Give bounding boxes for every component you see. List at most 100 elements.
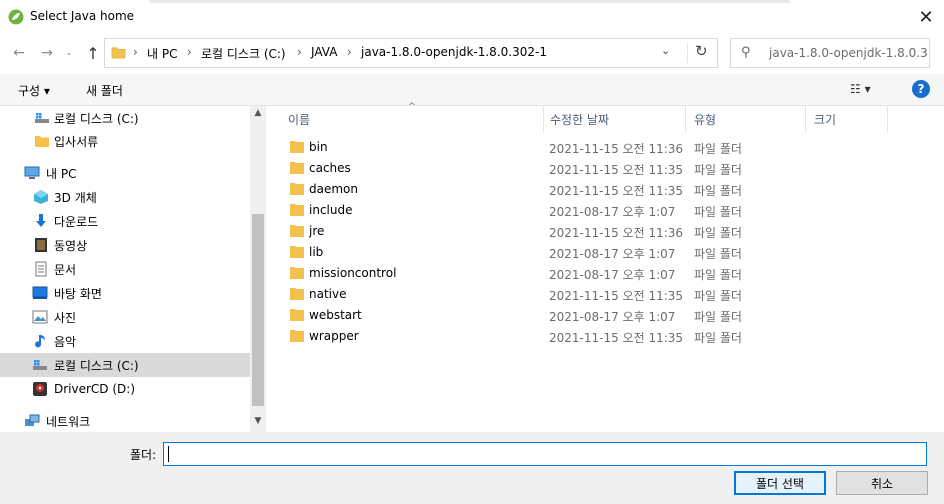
sidebar-item-desktop[interactable]: 바탕 화면 xyxy=(0,281,250,305)
address-divider xyxy=(687,43,688,63)
breadcrumb-separator: › xyxy=(297,45,302,59)
pc-icon xyxy=(24,166,40,179)
file-row[interactable]: lib 2021-08-17 오후 1:07 파일 폴더 xyxy=(286,242,766,263)
folder-icon xyxy=(111,47,126,59)
cancel-button[interactable]: 취소 xyxy=(836,471,928,495)
file-name: wrapper xyxy=(309,329,359,343)
column-header-modified[interactable]: 수정한 날짜 xyxy=(542,106,686,132)
file-modified-date: 2021-11-15 오전 11:35 xyxy=(549,331,684,345)
breadcrumb-pc[interactable]: 내 PC xyxy=(147,45,177,62)
sidebar-item-documents[interactable]: 문서 xyxy=(0,257,250,281)
file-type: 파일 폴더 xyxy=(694,142,742,156)
file-row[interactable]: missioncontrol 2021-08-17 오후 1:07 파일 폴더 xyxy=(286,263,766,284)
sidebar-item-label: 3D 개체 xyxy=(54,190,97,205)
new-folder-button[interactable]: 새 폴더 xyxy=(86,82,123,99)
file-modified-date: 2021-08-17 오후 1:07 xyxy=(549,310,676,324)
breadcrumb-local-disk[interactable]: 로컬 디스크 (C:) xyxy=(201,45,286,62)
file-name: jre xyxy=(309,224,325,238)
scrollbar-thumb[interactable] xyxy=(252,214,264,406)
search-box[interactable]: ⚲ java-1.8.0-openjdk-1.8.0.30... xyxy=(730,38,930,68)
search-input[interactable]: java-1.8.0-openjdk-1.8.0.30... xyxy=(769,46,927,60)
breadcrumb-separator: › xyxy=(133,45,138,59)
sidebar-item-folder-docs[interactable]: 입사서류 xyxy=(0,129,250,153)
file-modified-date: 2021-11-15 오전 11:35 xyxy=(549,184,684,198)
refresh-icon[interactable]: ↻ xyxy=(695,42,708,60)
file-name: lib xyxy=(309,245,324,259)
up-button[interactable]: ↑ xyxy=(82,42,104,64)
folder-icon xyxy=(290,309,304,321)
column-header-size[interactable]: 크기 xyxy=(806,106,888,132)
help-button[interactable]: ? xyxy=(912,80,930,98)
breadcrumb-java[interactable]: JAVA xyxy=(311,45,337,59)
cd-drive-icon xyxy=(33,382,47,396)
desktop-icon xyxy=(32,286,48,299)
file-name: include xyxy=(309,203,353,217)
file-type: 파일 폴더 xyxy=(694,205,742,219)
file-row[interactable]: bin 2021-11-15 오전 11:36 파일 폴더 xyxy=(286,137,766,158)
arrow-left-icon: ← xyxy=(13,45,25,61)
drive-icon xyxy=(33,360,47,370)
file-modified-date: 2021-11-15 오전 11:36 xyxy=(549,226,684,240)
sidebar-scrollbar[interactable]: ▲ ▼ xyxy=(250,106,266,432)
breadcrumb-jdk-folder[interactable]: java-1.8.0-openjdk-1.8.0.302-1 xyxy=(361,45,547,59)
close-icon: ✕ xyxy=(918,6,934,28)
column-header-type-label: 유형 xyxy=(694,112,717,127)
folder-input[interactable] xyxy=(163,442,927,466)
file-row[interactable]: caches 2021-11-15 오전 11:35 파일 폴더 xyxy=(286,158,766,179)
sidebar-item-3d-objects[interactable]: 3D 개체 xyxy=(0,185,250,209)
sidebar-item-label: 로컬 디스크 (C:) xyxy=(54,358,139,373)
file-row[interactable]: wrapper 2021-11-15 오전 11:35 파일 폴더 xyxy=(286,326,766,347)
text-caret xyxy=(168,446,169,462)
close-button[interactable]: ✕ xyxy=(908,3,944,31)
file-row[interactable]: include 2021-08-17 오후 1:07 파일 폴더 xyxy=(286,200,766,221)
sidebar-item-downloads[interactable]: 다운로드 xyxy=(0,209,250,233)
address-dropdown-icon[interactable]: ⌄ xyxy=(661,44,670,57)
recent-locations-button[interactable]: ⌄ xyxy=(62,42,76,64)
drive-icon xyxy=(35,113,49,123)
sidebar-item-label: 내 PC xyxy=(46,166,77,181)
back-button[interactable]: ← xyxy=(8,42,30,64)
file-type: 파일 폴더 xyxy=(694,247,742,261)
file-type: 파일 폴더 xyxy=(694,331,742,345)
file-name: daemon xyxy=(309,182,358,196)
scroll-up-icon[interactable]: ▲ xyxy=(250,108,266,118)
breadcrumb-separator: › xyxy=(187,45,192,59)
sidebar-item-label: 입사서류 xyxy=(54,134,99,149)
scroll-down-icon[interactable]: ▼ xyxy=(250,416,266,426)
file-list: 이름 ^ 수정한 날짜 유형 크기 bin 2021-11-15 오전 11:36… xyxy=(266,102,944,432)
file-name: webstart xyxy=(309,308,362,322)
folder-icon xyxy=(290,225,304,237)
select-folder-button[interactable]: 폴더 선택 xyxy=(734,471,826,495)
file-row[interactable]: webstart 2021-08-17 오후 1:07 파일 폴더 xyxy=(286,305,766,326)
forward-button[interactable]: → xyxy=(36,42,58,64)
organize-button[interactable]: 구성 ▾ xyxy=(18,82,50,99)
address-bar[interactable]: › 내 PC › 로컬 디스크 (C:) › JAVA › java-1.8.0… xyxy=(104,38,718,68)
sidebar-item-this-pc[interactable]: 내 PC xyxy=(0,161,250,185)
folder-icon xyxy=(35,136,49,147)
sidebar-item-network[interactable]: 네트워크 xyxy=(0,409,250,432)
file-modified-date: 2021-08-17 오후 1:07 xyxy=(549,205,676,219)
view-options-button[interactable]: ☷ ▾ xyxy=(850,82,871,96)
dialog-footer: 폴더: 폴더 선택 취소 xyxy=(0,432,944,504)
file-modified-date: 2021-08-17 오후 1:07 xyxy=(549,247,676,261)
sidebar-item-label: 다운로드 xyxy=(54,214,99,229)
file-row[interactable]: daemon 2021-11-15 오전 11:35 파일 폴더 xyxy=(286,179,766,200)
sidebar-item-label: 사진 xyxy=(54,310,77,325)
file-modified-date: 2021-11-15 오전 11:35 xyxy=(549,163,684,177)
command-toolbar: 구성 ▾ 새 폴더 ☷ ▾ ? xyxy=(0,74,944,106)
sidebar-item-videos[interactable]: 동영상 xyxy=(0,233,250,257)
sidebar-item-local-disk-c-selected[interactable]: 로컬 디스크 (C:) xyxy=(0,353,250,377)
file-row[interactable]: jre 2021-11-15 오전 11:36 파일 폴더 xyxy=(286,221,766,242)
column-header-type[interactable]: 유형 xyxy=(686,106,806,132)
file-row[interactable]: native 2021-11-15 오전 11:35 파일 폴더 xyxy=(286,284,766,305)
background-window-strip xyxy=(150,0,790,3)
sidebar-item-pictures[interactable]: 사진 xyxy=(0,305,250,329)
file-type: 파일 폴더 xyxy=(694,184,742,198)
folder-icon xyxy=(290,246,304,258)
sidebar-item-drivercd-d[interactable]: DriverCD (D:) xyxy=(0,377,250,401)
folder-field-label: 폴더: xyxy=(130,448,157,462)
pictures-icon xyxy=(32,310,48,324)
sidebar-item-music[interactable]: 음악 xyxy=(0,329,250,353)
sidebar-item-local-disk-c[interactable]: 로컬 디스크 (C:) xyxy=(0,106,250,130)
sidebar-item-label: 바탕 화면 xyxy=(54,286,102,301)
